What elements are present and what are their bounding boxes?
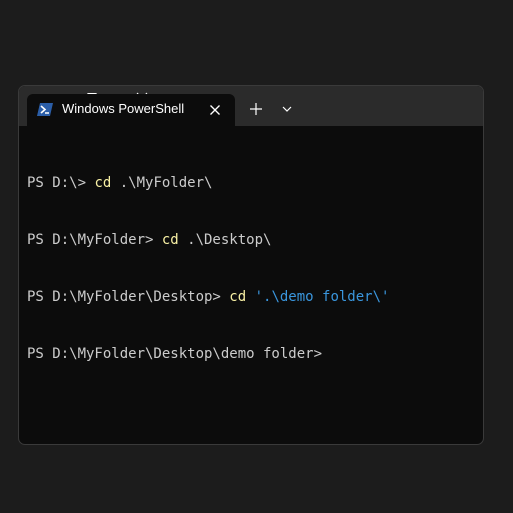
tab-windows-powershell[interactable]: Windows PowerShell — [27, 94, 235, 126]
tab-title: Windows PowerShell — [62, 101, 185, 116]
powershell-icon — [37, 103, 53, 116]
plus-icon[interactable] — [245, 94, 267, 122]
command: cd — [94, 175, 112, 191]
command: cd — [229, 289, 247, 305]
command-args — [246, 289, 254, 305]
chevron-down-icon[interactable] — [277, 94, 297, 122]
prompt: PS D:\MyFolder\Desktop\demo folder> — [27, 346, 323, 362]
command-args: .\MyFolder\ — [111, 175, 213, 191]
terminal-line: PS D:\MyFolder\Desktop\demo folder> — [27, 345, 475, 364]
terminal-line: PS D:\> cd .\MyFolder\ — [27, 174, 475, 193]
string-arg: '.\demo folder\' — [254, 289, 390, 305]
title-bar[interactable]: Windows PowerShell — [19, 86, 483, 126]
terminal-output[interactable]: PS D:\> cd .\MyFolder\ PS D:\MyFolder> c… — [27, 136, 475, 402]
command: cd — [161, 232, 179, 248]
terminal-line: PS D:\MyFolder\Desktop> cd '.\demo folde… — [27, 288, 475, 307]
prompt: PS D:\> — [27, 175, 95, 191]
prompt: PS D:\MyFolder\Desktop> — [27, 289, 230, 305]
close-tab-icon[interactable] — [207, 102, 223, 118]
terminal-line: PS D:\MyFolder> cd .\Desktop\ — [27, 231, 475, 250]
command-args: .\Desktop\ — [178, 232, 272, 248]
prompt: PS D:\MyFolder> — [27, 232, 162, 248]
terminal-window: Windows PowerShell PS D:\> cd .\MyFolder… — [18, 85, 484, 445]
